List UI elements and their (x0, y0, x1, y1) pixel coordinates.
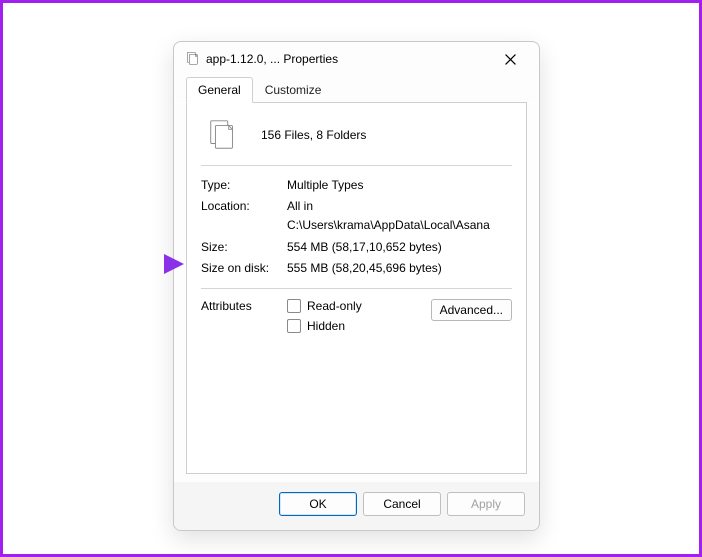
cancel-button[interactable]: Cancel (363, 492, 441, 516)
summary-text: 156 Files, 8 Folders (261, 128, 366, 142)
value-size: 554 MB (58,17,10,652 bytes) (287, 238, 512, 257)
window-title: app-1.12.0, ... Properties (206, 52, 489, 66)
multi-file-large-icon (205, 117, 241, 153)
tab-panel-general: 156 Files, 8 Folders Type: Multiple Type… (186, 102, 527, 474)
advanced-button[interactable]: Advanced... (431, 299, 512, 321)
row-size-on-disk: Size on disk: 555 MB (58,20,45,696 bytes… (201, 259, 512, 278)
value-type: Multiple Types (287, 176, 512, 195)
checkbox-box-icon (287, 299, 301, 313)
tabstrip: General Customize (174, 76, 539, 103)
summary-row: 156 Files, 8 Folders (201, 117, 512, 153)
label-attributes: Attributes (201, 299, 287, 313)
close-button[interactable] (489, 45, 531, 73)
row-size: Size: 554 MB (58,17,10,652 bytes) (201, 238, 512, 257)
checkbox-hidden[interactable]: Hidden (287, 319, 431, 333)
label-location: Location: (201, 197, 287, 216)
checkbox-readonly-label: Read-only (307, 299, 362, 313)
apply-button[interactable]: Apply (447, 492, 525, 516)
checkbox-box-icon (287, 319, 301, 333)
tab-customize[interactable]: Customize (253, 77, 334, 103)
label-size: Size: (201, 238, 287, 257)
attribute-checks: Read-only Hidden (287, 299, 431, 339)
row-location: Location: All in C:\Users\krama\AppData\… (201, 197, 512, 235)
label-type: Type: (201, 176, 287, 195)
tab-general[interactable]: General (186, 77, 253, 103)
annotation-arrow-icon (86, 249, 186, 279)
properties-dialog: app-1.12.0, ... Properties General Custo… (173, 41, 540, 531)
multi-file-icon (184, 51, 200, 67)
dialog-buttons: OK Cancel Apply (174, 482, 539, 530)
close-icon (505, 54, 516, 65)
value-size-on-disk: 555 MB (58,20,45,696 bytes) (287, 259, 512, 278)
value-location: All in C:\Users\krama\AppData\Local\Asan… (287, 197, 512, 235)
divider (201, 288, 512, 289)
row-type: Type: Multiple Types (201, 176, 512, 195)
divider (201, 165, 512, 166)
ok-button[interactable]: OK (279, 492, 357, 516)
label-size-on-disk: Size on disk: (201, 259, 287, 278)
attributes-section: Attributes Read-only Hidden Advanced... (201, 299, 512, 339)
checkbox-hidden-label: Hidden (307, 319, 345, 333)
titlebar: app-1.12.0, ... Properties (174, 42, 539, 76)
checkbox-readonly[interactable]: Read-only (287, 299, 431, 313)
